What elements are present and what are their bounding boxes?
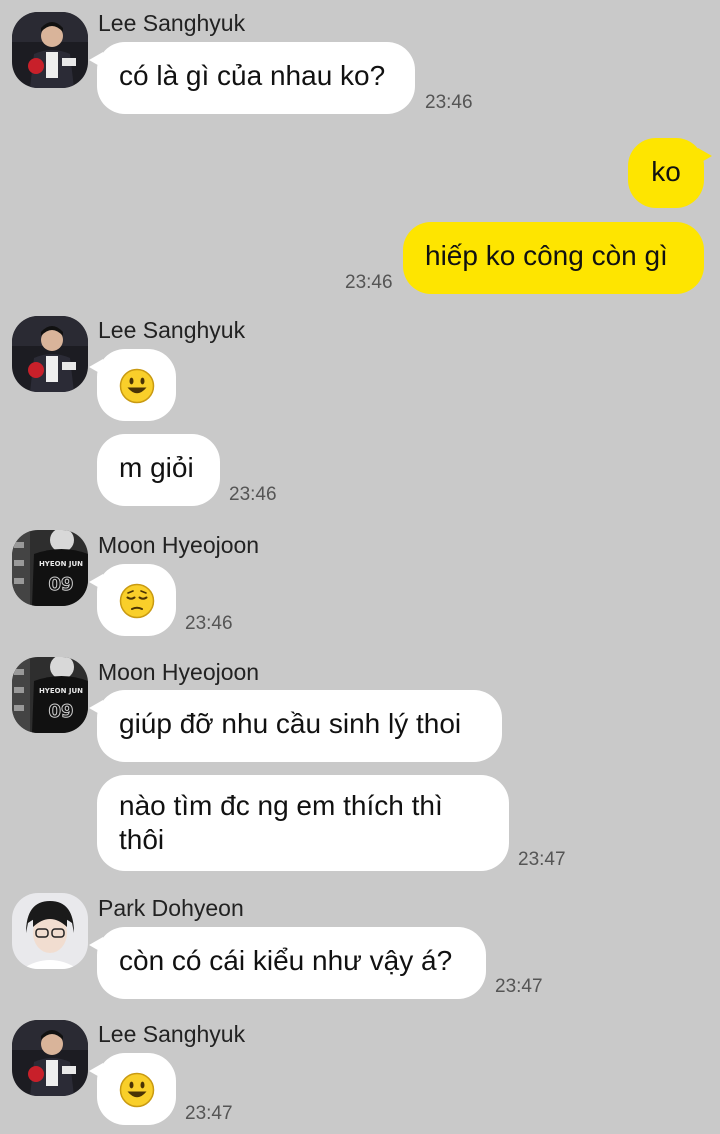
message-bubble[interactable]: có là gì của nhau ko? (89, 42, 415, 114)
avatar-image (12, 12, 88, 88)
message-bubble[interactable]: giúp đỡ nhu cầu sinh lý thoi (89, 690, 502, 762)
message-time: 23:46 (345, 272, 393, 293)
message-bubble[interactable] (89, 349, 176, 421)
message-text: hiếp ko công còn gì (425, 240, 668, 271)
avatar-moon-hyeojoon[interactable]: HYEON JUN 09 (12, 530, 88, 606)
message-text: có là gì của nhau ko? (119, 60, 386, 91)
avatar-image (12, 1020, 88, 1096)
message-time: 23:47 (518, 849, 566, 870)
pensive-emoji-icon (119, 583, 155, 618)
avatar-lee-sanghyuk[interactable] (12, 1020, 88, 1096)
message-text: giúp đỡ nhu cầu sinh lý thoi (119, 708, 462, 739)
message-bubble-outgoing[interactable]: ko (628, 138, 712, 208)
message-bubble[interactable] (89, 564, 176, 636)
message-time: 23:46 (185, 613, 233, 634)
message-time: 23:47 (495, 976, 543, 997)
jersey-number: 09 (48, 574, 73, 595)
message-text-line-2: thôi (119, 824, 165, 855)
smiley-emoji-icon (119, 1072, 155, 1107)
message-bubble[interactable]: còn có cái kiểu như vậy á? (89, 927, 486, 999)
message-time: 23:46 (425, 92, 473, 113)
sender-name: Lee Sanghyuk (98, 1021, 246, 1047)
avatar-image (12, 893, 88, 969)
jersey-number: 09 (48, 701, 73, 722)
message-bubble-outgoing[interactable]: hiếp ko công còn gì (403, 222, 704, 294)
message-time: 23:46 (229, 484, 277, 505)
avatar-lee-sanghyuk[interactable] (12, 316, 88, 392)
message-text-line-1: nào tìm đc ng em thích thì (119, 790, 443, 821)
message-text: còn có cái kiểu như vậy á? (119, 945, 453, 976)
sender-name: Moon Hyeojoon (98, 532, 260, 558)
message-time: 23:47 (185, 1103, 233, 1124)
jersey-name: HYEON JUN (39, 560, 83, 568)
avatar-image: HYEON JUN 09 (12, 657, 88, 733)
message-bubble[interactable]: nào tìm đc ng em thích thì thôi (97, 775, 509, 871)
sender-name: Park Dohyeon (98, 895, 244, 921)
avatar-image: HYEON JUN 09 (12, 530, 88, 606)
jersey-name: HYEON JUN (39, 687, 83, 695)
sender-name: Lee Sanghyuk (98, 10, 246, 36)
smiley-emoji-icon (119, 368, 155, 403)
avatar-moon-hyeojoon[interactable]: HYEON JUN 09 (12, 657, 88, 733)
avatar-park-dohyeon[interactable] (12, 893, 88, 969)
message-text: ko (651, 156, 681, 187)
message-bubble[interactable] (89, 1053, 176, 1125)
avatar-lee-sanghyuk[interactable] (12, 12, 88, 88)
sender-name: Lee Sanghyuk (98, 317, 246, 343)
message-text: m giỏi (119, 452, 194, 483)
avatar-image (12, 316, 88, 392)
sender-name: Moon Hyeojoon (98, 659, 260, 685)
message-bubble[interactable]: m giỏi (97, 434, 220, 506)
